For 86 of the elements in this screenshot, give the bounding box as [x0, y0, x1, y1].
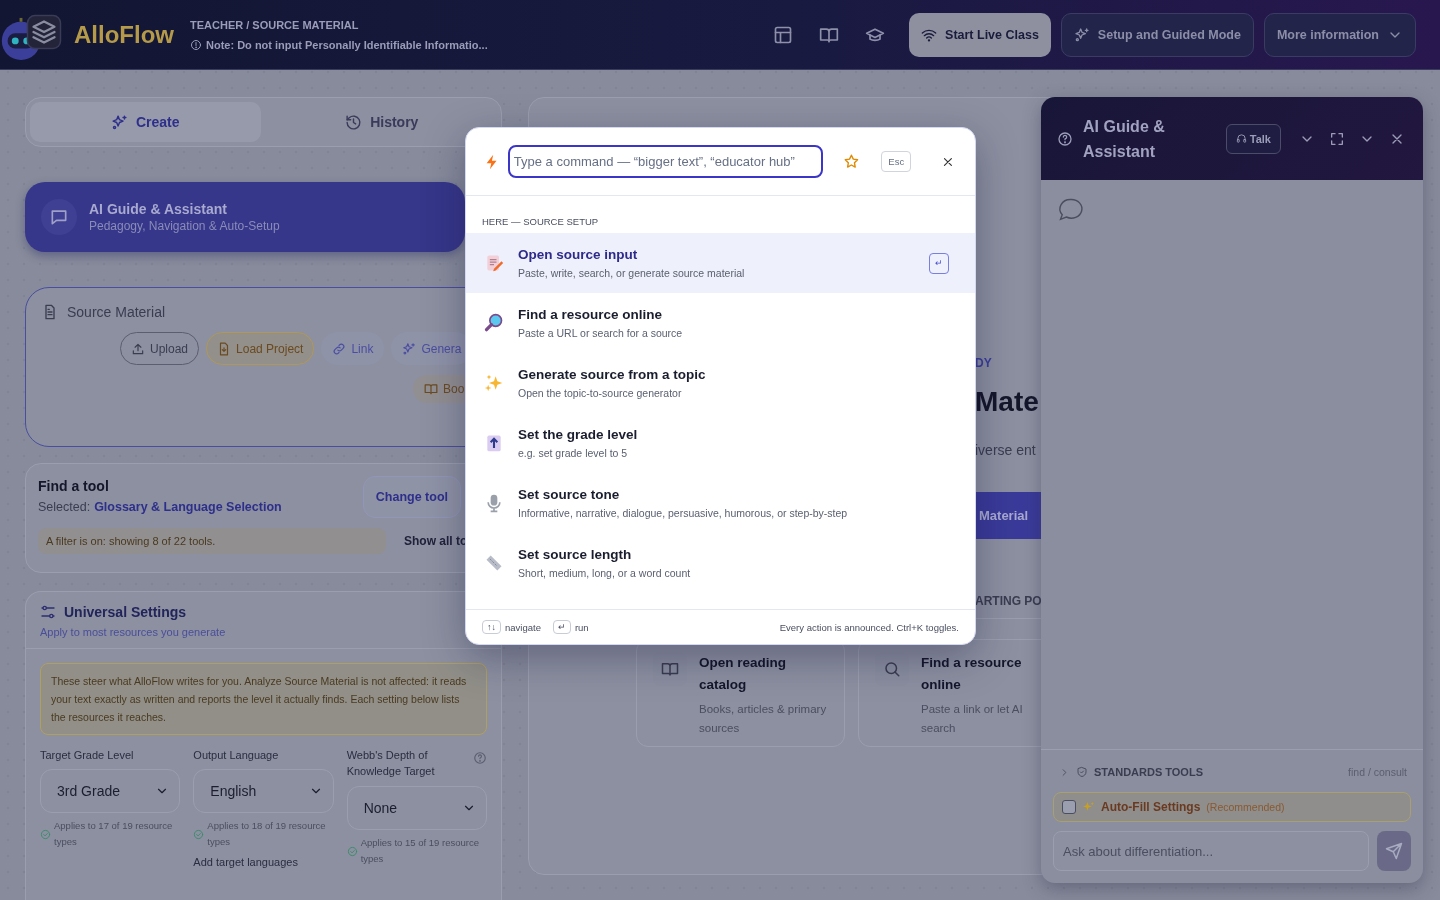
- sliders-icon: [40, 604, 56, 620]
- key-hint: ↑↓: [482, 620, 501, 634]
- check-circle-icon: [346, 845, 358, 857]
- autofill-label: Auto-Fill Settings: [1101, 800, 1201, 814]
- command-item[interactable]: Set source tone Informative, narrative, dialogue, persuasive, humorous, or step-by-step: [466, 473, 975, 533]
- assistant-card[interactable]: AI Guide & Assistant Pedagogy, Navigation & Auto-Setup: [25, 182, 465, 252]
- field-label: Output Language: [193, 748, 280, 763]
- magnifier-icon: [484, 313, 504, 333]
- breadcrumb: TEACHER / SOURCE MATERIAL: [190, 18, 360, 31]
- talk-button[interactable]: Talk: [1225, 123, 1281, 154]
- ruler-icon: [484, 553, 504, 573]
- info-icon: [190, 38, 202, 51]
- checkbox[interactable]: [1062, 800, 1076, 814]
- app-name: AlloFlow: [74, 20, 174, 49]
- header-button[interactable]: Setup and Guided Mode: [1060, 12, 1254, 57]
- command-item[interactable]: Open source input Paste, write, search, or generate source material ↵: [466, 233, 975, 293]
- link-icon: [332, 341, 347, 356]
- selected-label: Selected:: [38, 500, 91, 514]
- section-subtitle: Apply to most resources you generate: [40, 626, 227, 638]
- book-icon: [661, 660, 679, 678]
- info-note: These steer what AlloFlow writes for you. Analyze Source Material is not affected: it reads your text exactly as written and reports the level it actually finds. Each setting below lists the resources it reaches.: [40, 663, 487, 735]
- command-item[interactable]: Set the grade level e.g. set grade level to 5: [466, 413, 975, 473]
- command-input[interactable]: Type a command — “bigger text”, “educator hub”: [507, 145, 823, 178]
- tab[interactable]: History: [266, 102, 497, 142]
- card-title: AI Guide & Assistant: [89, 201, 228, 217]
- applies-note: Applies to 17 of 19 resource types: [54, 819, 174, 849]
- field-label: Webb's Depth of Knowledge Target: [346, 748, 436, 779]
- enter-key: ↵: [929, 252, 949, 274]
- history-icon: [345, 113, 363, 131]
- chat-bubble-icon: [49, 207, 69, 227]
- shield-icon: [1076, 766, 1088, 778]
- header-button[interactable]: Start Live Class: [909, 12, 1051, 57]
- notepad-icon: [484, 253, 504, 273]
- card-subtitle: Pedagogy, Navigation & Auto-Setup: [89, 219, 280, 233]
- command-item[interactable]: Set source length Short, medium, long, or a word count: [466, 533, 975, 593]
- microphone-icon: [484, 493, 504, 513]
- applies-note: Applies to 18 of 19 resource types: [207, 819, 327, 849]
- tab[interactable]: Create: [30, 102, 261, 142]
- book-icon: [424, 382, 438, 396]
- check-circle-icon: [40, 828, 51, 840]
- layers-icon: [26, 13, 62, 50]
- card-title: Find a resource online: [921, 654, 1023, 694]
- dropdown[interactable]: 3rd Grade: [40, 769, 181, 813]
- panel-title: AI Guide & Assistant: [1083, 116, 1166, 162]
- layout-icon[interactable]: [773, 24, 794, 45]
- field-label: Target Grade Level: [40, 748, 135, 763]
- headset-icon: [1235, 133, 1247, 144]
- heading: Mate: [975, 386, 1039, 418]
- send-icon: [1385, 842, 1403, 860]
- expand-icon[interactable]: [1329, 130, 1345, 147]
- section-title: Source Material: [67, 304, 166, 320]
- sparkle-icon: [402, 341, 417, 356]
- search-icon: [883, 660, 901, 678]
- dropdown[interactable]: None: [346, 786, 487, 830]
- privacy-note: Note: Do not input Personally Identifiable Informatio...: [206, 38, 488, 51]
- hint-text: run: [574, 621, 589, 633]
- add-languages-label: Add target languages: [193, 856, 299, 868]
- change-tool-button[interactable]: Change tool: [362, 476, 461, 518]
- dropdown[interactable]: English: [193, 769, 334, 813]
- section-label: DY: [975, 356, 992, 370]
- filter-note: A filter is on: showing 8 of 22 tools.: [38, 528, 386, 554]
- header-button[interactable]: More information: [1263, 12, 1416, 57]
- card-description: Paste a link or let AI search: [921, 702, 1024, 736]
- upload-icon: [131, 341, 145, 356]
- card-title: Find a tool: [38, 478, 110, 494]
- sparkle-icon: [1073, 26, 1090, 43]
- star-icon[interactable]: [842, 153, 860, 170]
- escape-key[interactable]: Esc: [881, 151, 912, 172]
- sparkles-icon: [484, 373, 504, 393]
- help-icon[interactable]: [1057, 130, 1073, 147]
- card-title: Open reading catalog: [699, 654, 787, 694]
- recommended-tag: (Recommended): [1206, 801, 1285, 813]
- document-icon: [42, 304, 58, 320]
- standards-toggle[interactable]: STANDARDS TOOLS: [1053, 762, 1209, 782]
- applies-note: Applies to 15 of 19 resource types: [360, 836, 480, 866]
- chat-input[interactable]: Ask about differentiation...: [1053, 831, 1369, 871]
- selected-tool: Glossary & Language Selection: [94, 500, 282, 514]
- key-hint: ↵: [552, 620, 571, 634]
- section-label: HERE — SOURCE SETUP: [481, 215, 600, 229]
- description: iverse ent: [975, 442, 1036, 458]
- footer-note: Every action is announced. Ctrl+K toggles.: [779, 621, 959, 633]
- hint-text: navigate: [505, 621, 541, 633]
- check-circle-icon: [193, 828, 205, 840]
- sparkle-icon: [110, 113, 128, 131]
- card-description: Books, articles & primary sources: [699, 702, 828, 736]
- section-title: Universal Settings: [64, 604, 187, 620]
